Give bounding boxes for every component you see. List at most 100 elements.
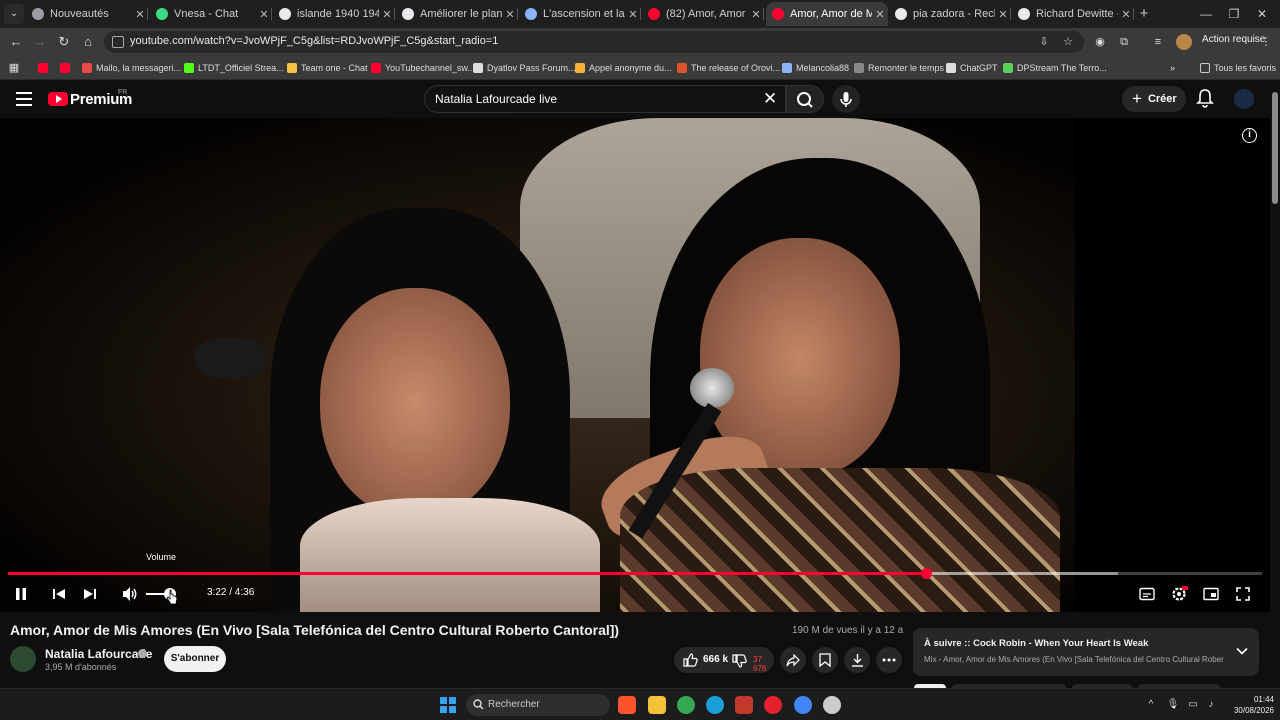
opera-icon[interactable] (764, 696, 782, 714)
tab-close-icon[interactable]: ✕ (379, 8, 395, 21)
mute-button[interactable] (120, 584, 140, 604)
download-button[interactable] (844, 647, 870, 673)
search-button[interactable] (786, 85, 824, 113)
voice-search-button[interactable] (832, 85, 860, 113)
apps-grid-icon[interactable]: ▦ (6, 60, 22, 76)
up-next-panel[interactable]: À suivre :: Cock Robin - When Your Heart… (913, 628, 1259, 676)
tab-close-icon[interactable]: ✕ (502, 8, 518, 21)
save-to-playlist-button[interactable] (812, 647, 838, 673)
tab-close-icon[interactable]: ✕ (625, 8, 641, 21)
bookmark-item[interactable]: The release of Orovi... (677, 59, 780, 77)
restore-icon[interactable]: ❐ (1224, 4, 1244, 24)
browser-tab[interactable]: L'ascension et la chut✕ (519, 2, 641, 26)
bookmarks-overflow-icon[interactable]: » (1170, 59, 1175, 77)
video-player[interactable]: i Volume 3:22 / 4:36 (0, 118, 1270, 612)
tab-close-icon[interactable]: ✕ (872, 8, 888, 21)
like-count[interactable]: 666 k (703, 654, 728, 665)
bookmark-item[interactable]: Dyatlov Pass Forum... (473, 59, 576, 77)
bookmark-item[interactable]: YouTubechannel_sw... (371, 59, 475, 77)
progress-bar[interactable] (8, 568, 1262, 579)
chrome-active-icon[interactable] (794, 696, 812, 714)
previous-button[interactable] (49, 584, 69, 604)
bookmark-item[interactable] (60, 59, 74, 77)
next-button[interactable] (80, 584, 100, 604)
install-app-icon[interactable]: ⇩ (1036, 34, 1052, 50)
account-avatar[interactable] (1234, 89, 1254, 109)
tab-close-icon[interactable]: ✕ (256, 8, 272, 21)
profile-avatar-icon[interactable] (1176, 34, 1192, 50)
windows-start-icon[interactable] (440, 697, 456, 713)
bookmark-item[interactable] (38, 59, 52, 77)
bookmark-item[interactable]: Remonter le temps (854, 59, 944, 77)
search-input[interactable]: Natalia Lafourcade live ✕ (424, 85, 786, 113)
home-icon[interactable]: ⌂ (78, 32, 98, 52)
new-tab-button[interactable]: + (1136, 4, 1152, 24)
extensions-puzzle-icon[interactable]: ⧉ (1116, 34, 1132, 50)
more-actions-button[interactable] (876, 647, 902, 673)
tab-close-icon[interactable]: ✕ (748, 8, 764, 21)
bookmark-item[interactable]: LTDT_Officiel Strea... (184, 59, 284, 77)
show-hidden-icons-chevron-icon[interactable]: ^ (1144, 698, 1158, 712)
clear-search-icon[interactable]: ✕ (763, 89, 777, 109)
reload-icon[interactable]: ↻ (54, 32, 74, 52)
taskbar-search[interactable]: Rechercher (466, 694, 610, 716)
browser-tab[interactable]: Amor, Amor de M ✕ (766, 2, 888, 26)
kebab-menu-icon[interactable]: ⋮ (1258, 34, 1274, 50)
browser-tab[interactable]: Nouveautés ✕ (26, 2, 148, 26)
fullscreen-button[interactable] (1233, 584, 1253, 604)
browser-tab[interactable]: (82) Amor, Amor de✕ (642, 2, 764, 26)
all-bookmarks-button[interactable]: Tous les favoris (1200, 59, 1276, 77)
chrome-icon[interactable] (677, 696, 695, 714)
share-button[interactable] (780, 647, 806, 673)
tab-close-icon[interactable]: ✕ (995, 8, 1011, 21)
back-arrow-icon[interactable]: ← (6, 32, 26, 52)
address-bar[interactable]: youtube.com/watch?v=JvoWPjF_C5g&list=RDJ… (104, 31, 1084, 53)
channel-avatar[interactable] (10, 646, 36, 672)
close-window-icon[interactable]: ✕ (1252, 4, 1272, 24)
media-controls-icon[interactable]: ≡ (1150, 34, 1166, 50)
settings-button[interactable] (1169, 584, 1189, 604)
hamburger-menu-icon[interactable] (16, 92, 32, 106)
tab-close-icon[interactable]: ✕ (1118, 8, 1134, 21)
url-text[interactable]: youtube.com/watch?v=JvoWPjF_C5g&list=RDJ… (130, 35, 498, 47)
create-button[interactable]: + Créer (1122, 86, 1186, 112)
up-next-title[interactable]: À suivre :: Cock Robin - When Your Heart… (924, 638, 1148, 649)
display-tray-icon[interactable]: ▭ (1186, 698, 1200, 712)
bookmark-item[interactable]: Melancolia88 (782, 59, 849, 77)
minimize-icon[interactable]: — (1196, 4, 1216, 24)
brave-icon[interactable] (618, 696, 636, 714)
browser-tab[interactable]: pia zadora - Recherch✕ (889, 2, 1011, 26)
action-required-button[interactable]: Action requise (1202, 34, 1265, 45)
subscribe-button[interactable]: S'abonner (164, 646, 226, 672)
thumbs-up-icon[interactable] (683, 653, 698, 667)
subtitles-button[interactable] (1137, 584, 1157, 604)
progress-scrubber[interactable] (920, 568, 932, 579)
page-scrollbar-thumb[interactable] (1272, 92, 1278, 204)
channel-name[interactable]: Natalia Lafourcade (45, 647, 152, 661)
file-explorer-icon[interactable] (648, 696, 666, 714)
edge-icon[interactable] (706, 696, 724, 714)
tab-close-icon[interactable]: ✕ (132, 8, 148, 21)
system-clock[interactable]: 01:44 30/08/2026 (1224, 694, 1274, 716)
microphone-tray-icon[interactable]: 🎙 (1166, 698, 1180, 712)
site-info-icon[interactable] (112, 36, 124, 48)
browser-tab[interactable]: Vnesa - Chat ✕ (150, 2, 272, 26)
obs-icon[interactable] (823, 696, 841, 714)
bookmark-item[interactable]: ChatGPT (946, 59, 998, 77)
bookmark-star-icon[interactable]: ☆ (1060, 34, 1076, 50)
pause-button[interactable] (11, 584, 31, 604)
speaker-tray-icon[interactable]: ♪ (1204, 698, 1218, 712)
bookmark-item[interactable]: Mailo, la messageri... (82, 59, 181, 77)
browser-tab[interactable]: islande 1940 1945 m✕ (273, 2, 395, 26)
notifications-bell-icon[interactable] (1196, 88, 1214, 108)
video-info-icon[interactable]: i (1242, 128, 1257, 143)
video-frame[interactable] (0, 118, 1075, 612)
bookmark-item[interactable]: DPStream The Terro... (1003, 59, 1107, 77)
browser-tab[interactable]: Améliorer le plan arc✕ (396, 2, 518, 26)
spreadsheet-icon[interactable] (735, 696, 753, 714)
youtube-logo-icon[interactable] (48, 92, 68, 106)
bookmark-item[interactable]: Appel anonyme du... (575, 59, 672, 77)
chevron-down-icon[interactable] (1235, 644, 1249, 658)
extension-circle-icon[interactable]: ◉ (1092, 34, 1108, 50)
thumbs-down-icon[interactable] (732, 654, 747, 668)
